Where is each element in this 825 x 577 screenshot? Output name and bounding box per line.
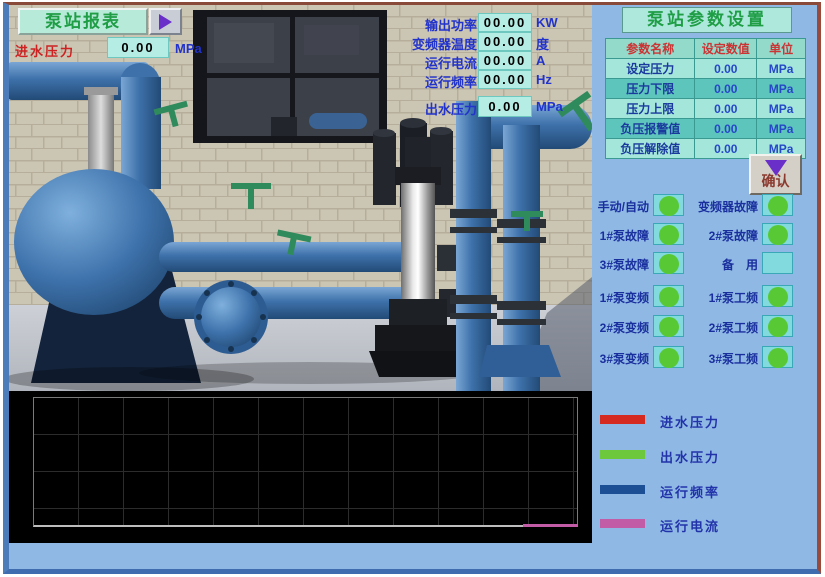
hmi-window: 泵站报表 进水压力 0.00 MPa 输出功率 00.00 KW 变频器温度 0… [3, 2, 821, 574]
run-frequency-label: 运行频率 [397, 72, 477, 91]
param-unit: MPa [757, 59, 806, 79]
settings-table-header: 参数名称 设定数值 单位 [606, 39, 806, 59]
status-led-pump2-mains [762, 315, 793, 337]
run-current-trace [523, 524, 578, 527]
param-name: 负压解除值 [606, 139, 695, 159]
status-led-pump1-mains [762, 285, 793, 307]
status-label-pump3-vfd: 3#泵变频 [585, 350, 649, 367]
status-led-pump3-vfd [653, 346, 684, 368]
legend-swatch-run-current [600, 519, 645, 528]
status-label-pump3-fault: 3#泵故障 [585, 256, 649, 273]
table-row: 压力下限 0.00 MPa [606, 79, 806, 99]
green-led [768, 225, 788, 245]
param-name: 压力上限 [606, 99, 695, 119]
green-led [659, 196, 679, 216]
status-label-spare: 备 用 [693, 256, 758, 273]
status-label-pump1-mains: 1#泵工频 [693, 289, 758, 306]
status-led-pump3-mains [762, 346, 793, 368]
status-label-pump1-fault: 1#泵故障 [585, 227, 649, 244]
param-name: 设定压力 [606, 59, 695, 79]
status-label-pump1-vfd: 1#泵变频 [585, 289, 649, 306]
vfd-temperature-unit: 度 [536, 34, 576, 53]
param-value-field[interactable]: 0.00 [695, 139, 757, 159]
output-power-value: 00.00 [478, 13, 532, 32]
legend-swatch-inlet-pressure [600, 415, 645, 424]
green-led [659, 317, 679, 337]
status-label-pump2-vfd: 2#泵变频 [585, 319, 649, 336]
run-current-unit: A [536, 53, 576, 68]
window [193, 10, 387, 143]
legend-swatch-run-frequency [600, 485, 645, 494]
param-name: 压力下限 [606, 79, 695, 99]
trend-chart [9, 391, 592, 543]
param-value-field[interactable]: 0.00 [695, 99, 757, 119]
header-param-name: 参数名称 [606, 39, 695, 59]
green-led [659, 254, 679, 274]
vfd-temperature-value: 00.00 [478, 32, 532, 51]
header-set-value: 设定数值 [695, 39, 757, 59]
vfd-temperature-label: 变频器温度 [397, 34, 477, 53]
green-led [768, 196, 788, 216]
status-label-pump2-fault: 2#泵故障 [693, 227, 758, 244]
green-led [659, 348, 679, 368]
status-label-auto-manual: 手动/自动 [585, 198, 649, 215]
outlet-pressure-unit: MPa [536, 99, 576, 114]
status-led-pump1-fault [653, 223, 684, 245]
confirm-button[interactable]: 确认 [749, 154, 802, 195]
status-led-pump3-fault [653, 252, 684, 274]
run-frequency-value: 00.00 [478, 70, 532, 89]
green-led [659, 287, 679, 307]
legend-swatch-outlet-pressure [600, 450, 645, 459]
header-unit: 单位 [757, 39, 806, 59]
outlet-pressure-label: 出水压力 [397, 99, 477, 118]
settings-table: 参数名称 设定数值 单位 设定压力 0.00 MPa 压力下限 0.00 MPa… [605, 38, 806, 159]
param-unit: MPa [757, 79, 806, 99]
green-led [768, 348, 788, 368]
output-power-unit: KW [536, 15, 576, 30]
screen: 泵站报表 进水压力 0.00 MPa 输出功率 00.00 KW 变频器温度 0… [9, 5, 817, 569]
legend-label-run-current: 运行电流 [660, 516, 720, 535]
status-led-pump1-vfd [653, 285, 684, 307]
table-row: 压力上限 0.00 MPa [606, 99, 806, 119]
run-current-label: 运行电流 [397, 53, 477, 72]
status-led-spare [762, 252, 793, 274]
outlet-pressure-value: 0.00 [478, 96, 532, 117]
tank-vent [84, 87, 118, 173]
status-label-vfd-fault: 变频器故障 [693, 198, 758, 215]
table-row: 设定压力 0.00 MPa [606, 59, 806, 79]
status-led-pump2-fault [762, 223, 793, 245]
legend-label-run-frequency: 运行频率 [660, 482, 720, 501]
param-unit: MPa [757, 119, 806, 139]
trend-plot-area [33, 397, 578, 527]
status-label-pump3-mains: 3#泵工频 [693, 350, 758, 367]
play-arrow-icon [159, 14, 172, 30]
param-value-field[interactable]: 0.00 [695, 119, 757, 139]
table-row: 负压报警值 0.00 MPa [606, 119, 806, 139]
settings-panel-title: 泵站参数设置 [622, 7, 792, 33]
output-power-label: 输出功率 [397, 15, 477, 34]
green-led [768, 317, 788, 337]
param-value-field[interactable]: 0.00 [695, 59, 757, 79]
status-led-pump2-vfd [653, 315, 684, 337]
legend-label-outlet-pressure: 出水压力 [660, 447, 720, 466]
confirm-button-label: 确认 [751, 171, 800, 191]
inlet-pressure-value: 0.00 [107, 37, 169, 58]
status-label-pump2-mains: 2#泵工频 [693, 319, 758, 336]
inlet-pressure-unit: MPa [175, 41, 202, 56]
run-frequency-unit: Hz [536, 72, 576, 87]
status-led-auto-manual [653, 194, 684, 216]
green-led [768, 287, 788, 307]
run-current-value: 00.00 [478, 51, 532, 70]
report-nav-button[interactable] [149, 8, 182, 35]
inlet-pressure-label: 进水压力 [15, 41, 107, 60]
param-unit: MPa [757, 99, 806, 119]
param-name: 负压报警值 [606, 119, 695, 139]
status-led-vfd-fault [762, 194, 793, 216]
green-led [659, 225, 679, 245]
param-value-field[interactable]: 0.00 [695, 79, 757, 99]
legend-label-inlet-pressure: 进水压力 [660, 412, 720, 431]
report-button[interactable]: 泵站报表 [18, 8, 148, 35]
